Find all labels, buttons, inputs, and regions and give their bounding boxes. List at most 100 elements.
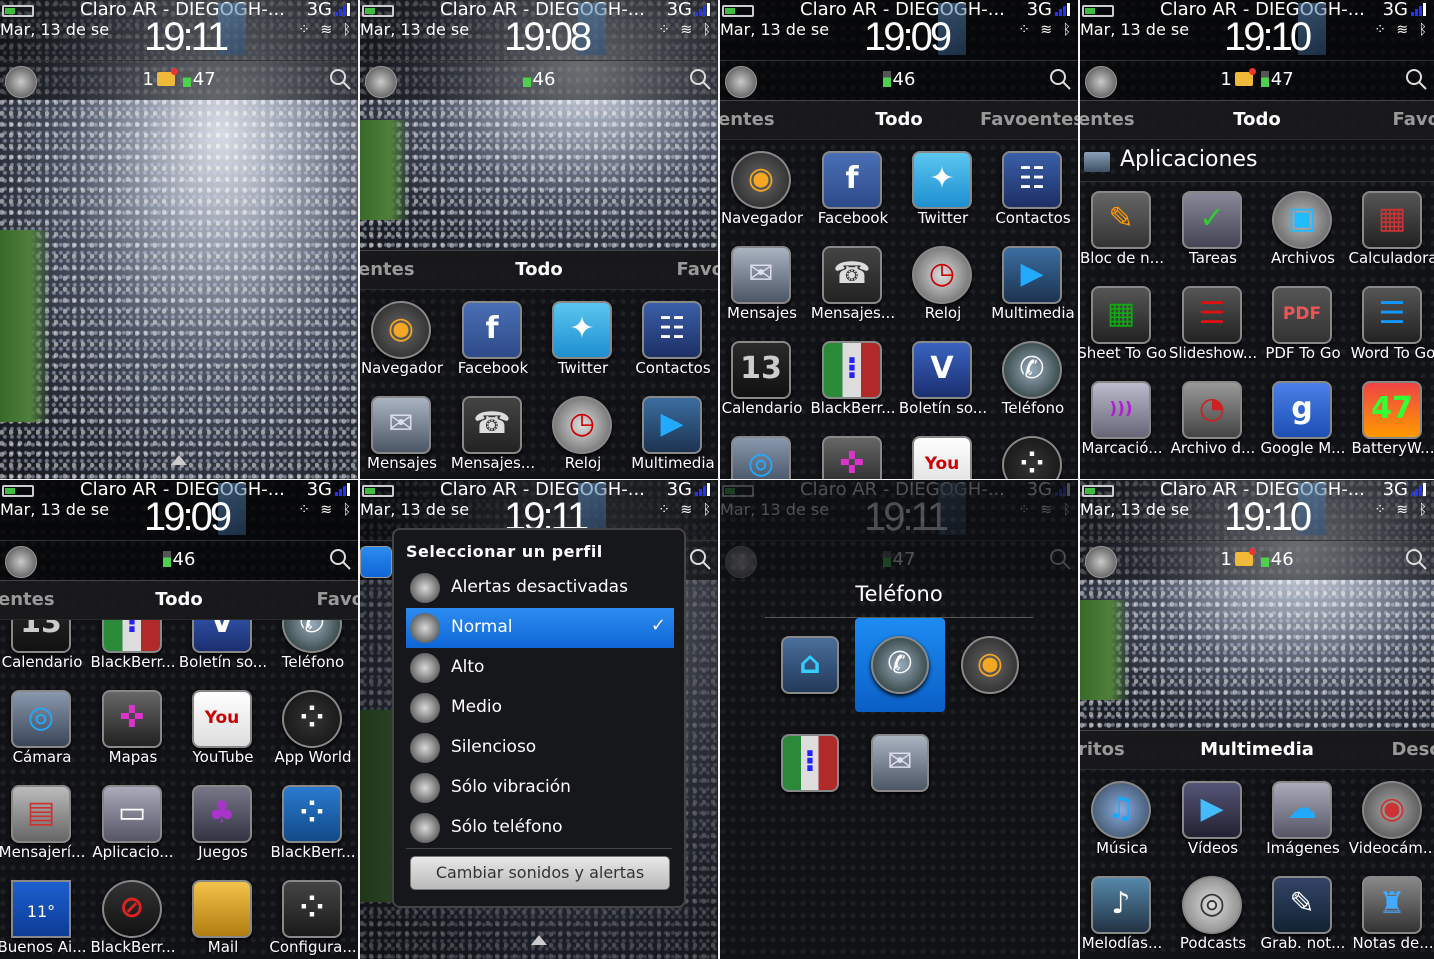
twitter-icon[interactable]: ✦ [912, 151, 972, 209]
change-sounds-button[interactable]: Cambiar sonidos y alertas [410, 856, 670, 890]
up-arrow-icon[interactable] [531, 935, 547, 945]
app-pictures[interactable]: ☁ Imágenes [1258, 773, 1348, 868]
phone-icon[interactable]: ✆ [871, 636, 929, 694]
app-bbm[interactable]: ⁝ BlackBerr... [808, 333, 898, 428]
search-icon[interactable] [688, 67, 712, 91]
notes-icon[interactable]: ♜ [1362, 876, 1422, 934]
app-files[interactable]: ▣ Archivos [1258, 183, 1348, 278]
notification-counts[interactable]: 1 47 [0, 68, 358, 90]
calendar-icon[interactable]: 13 [731, 341, 791, 399]
app-clock[interactable]: ◷ Reloj [538, 388, 628, 479]
battery-watch-icon[interactable]: 47 [1362, 381, 1422, 439]
youtube-icon[interactable]: You [192, 690, 252, 748]
app-music[interactable]: ♫ Música [1080, 773, 1167, 868]
profile-option[interactable]: Alto [406, 648, 674, 688]
tab-next[interactable]: Favo [1393, 109, 1434, 130]
app-bbm[interactable]: ⁝ BlackBerr... [88, 620, 178, 682]
app-memo[interactable]: ✎ Bloc de n... [1080, 183, 1167, 278]
app-bb-protect[interactable]: ⊘ BlackBerr... [88, 872, 178, 959]
app-ppt[interactable]: ☰ Slideshow... [1168, 278, 1258, 373]
app-notes[interactable]: ♜ Notas de... [1348, 868, 1434, 959]
bbm-icon[interactable]: ⁝ [102, 620, 162, 653]
apps-folder-icon[interactable]: ▭ [102, 785, 162, 843]
maps-icon[interactable]: ✜ [822, 436, 882, 479]
app-media[interactable]: ▶ Multimedia [988, 238, 1078, 333]
profile-option[interactable]: Sólo teléfono [406, 808, 674, 848]
app-facebook[interactable]: f Facebook [448, 293, 538, 388]
tab-next[interactable]: Favoentes [980, 109, 1078, 130]
app-tasks[interactable]: ✓ Tareas [1168, 183, 1258, 278]
app-world-icon[interactable]: ⁘ [1002, 436, 1062, 479]
popup-item-messages[interactable]: ✉ [855, 712, 945, 806]
app-file[interactable]: ◔ Archivo d... [1168, 373, 1258, 468]
app-bb[interactable]: ⁘ BlackBerr... [268, 777, 358, 872]
app-newsletter[interactable]: V Boletín so... [898, 333, 988, 428]
app-videos[interactable]: ▶ Vídeos [1168, 773, 1258, 868]
bb-icon[interactable]: ⁘ [282, 785, 342, 843]
messages-icon[interactable]: ✉ [871, 734, 929, 792]
memo-icon[interactable]: ✎ [1091, 191, 1151, 249]
pdf-icon[interactable]: PDF [1272, 286, 1332, 344]
search-icon[interactable] [328, 547, 352, 571]
app-media[interactable]: ▶ Multimedia [628, 388, 718, 479]
app-doc[interactable]: ☰ Word To Go [1348, 278, 1434, 373]
app-weather[interactable]: 11° Buenos Ai... [0, 872, 87, 959]
app-xls[interactable]: ▦ Sheet To Go [1080, 278, 1167, 373]
clock-icon[interactable]: ◷ [552, 396, 612, 454]
videos-icon[interactable]: ▶ [1182, 781, 1242, 839]
bbm-icon[interactable]: ⁝ [822, 341, 882, 399]
app-browser[interactable]: ◉ Navegador [360, 293, 447, 388]
app-voice-notes[interactable]: ✎ Grab. not... [1258, 868, 1348, 959]
tab-previous[interactable]: entes [720, 109, 775, 130]
tab-multimedia[interactable]: Multimedia [1080, 739, 1434, 760]
browser-icon[interactable]: ◉ [731, 151, 791, 209]
media-icon[interactable]: ▶ [1002, 246, 1062, 304]
mail-folder-icon[interactable] [192, 880, 252, 938]
calendar-icon[interactable]: 13 [11, 620, 71, 653]
tab-previous[interactable]: ritos [1080, 739, 1125, 760]
app-pdf[interactable]: PDF PDF To Go [1258, 278, 1348, 373]
tab-next[interactable]: Favo [677, 259, 719, 280]
profile-option[interactable]: Silencioso [406, 728, 674, 768]
calculator-icon[interactable]: ▦ [1362, 191, 1422, 249]
podcasts-icon[interactable]: ◎ [1182, 876, 1242, 934]
contacts-icon[interactable]: ☷ [642, 301, 702, 359]
app-im[interactable]: ▤ Mensajerí... [0, 777, 87, 872]
search-icon[interactable] [1048, 547, 1072, 571]
app-newsletter[interactable]: V Boletín so... [178, 620, 268, 682]
app-contacts[interactable]: ☷ Contactos [628, 293, 718, 388]
app-calendar[interactable]: 13 Calendario [0, 620, 87, 682]
app-twitter[interactable]: ✦ Twitter [538, 293, 628, 388]
popup-item-home[interactable]: ⌂ [765, 618, 855, 712]
app-phone[interactable]: ✆ Teléfono [988, 333, 1078, 428]
app-games[interactable]: ♣ Juegos [178, 777, 268, 872]
app-maps[interactable]: ✜ [808, 428, 898, 479]
newsletter-icon[interactable]: V [192, 620, 252, 653]
im-icon[interactable]: ▤ [11, 785, 71, 843]
camera-icon[interactable]: ◎ [731, 436, 791, 479]
profile-option[interactable]: Normal ✓ [406, 608, 674, 648]
profile-option[interactable]: Sólo vibración [406, 768, 674, 808]
music-icon[interactable]: ♫ [1091, 781, 1151, 839]
notification-counts[interactable]: 46 [0, 549, 358, 570]
maps-icon[interactable]: ✜ [102, 690, 162, 748]
app-facebook[interactable]: f Facebook [808, 143, 898, 238]
youtube-icon[interactable]: You [912, 436, 972, 479]
twitter-icon[interactable]: ✦ [552, 301, 612, 359]
app-camera[interactable]: ◎ Cámara [0, 682, 87, 777]
profile-avatar-icon[interactable] [360, 546, 392, 578]
home-icon[interactable]: ⌂ [781, 636, 839, 694]
clock-icon[interactable]: ◷ [912, 246, 972, 304]
app-voice-dial[interactable]: ))) Marcació... [1080, 373, 1167, 468]
games-icon[interactable]: ♣ [192, 785, 252, 843]
voice-notes-icon[interactable]: ✎ [1272, 876, 1332, 934]
phone-icon[interactable]: ✆ [1002, 341, 1062, 399]
search-icon[interactable] [1048, 67, 1072, 91]
app-calendar[interactable]: 13 Calendario [720, 333, 807, 428]
contacts-icon[interactable]: ☷ [1002, 151, 1062, 209]
up-arrow-icon[interactable] [171, 455, 187, 465]
notification-counts[interactable]: 46 [360, 69, 718, 90]
app-calculator[interactable]: ▦ Calculadora [1348, 183, 1434, 278]
tab-next[interactable]: Favo [317, 589, 359, 610]
messages-icon[interactable]: ✉ [371, 396, 431, 454]
